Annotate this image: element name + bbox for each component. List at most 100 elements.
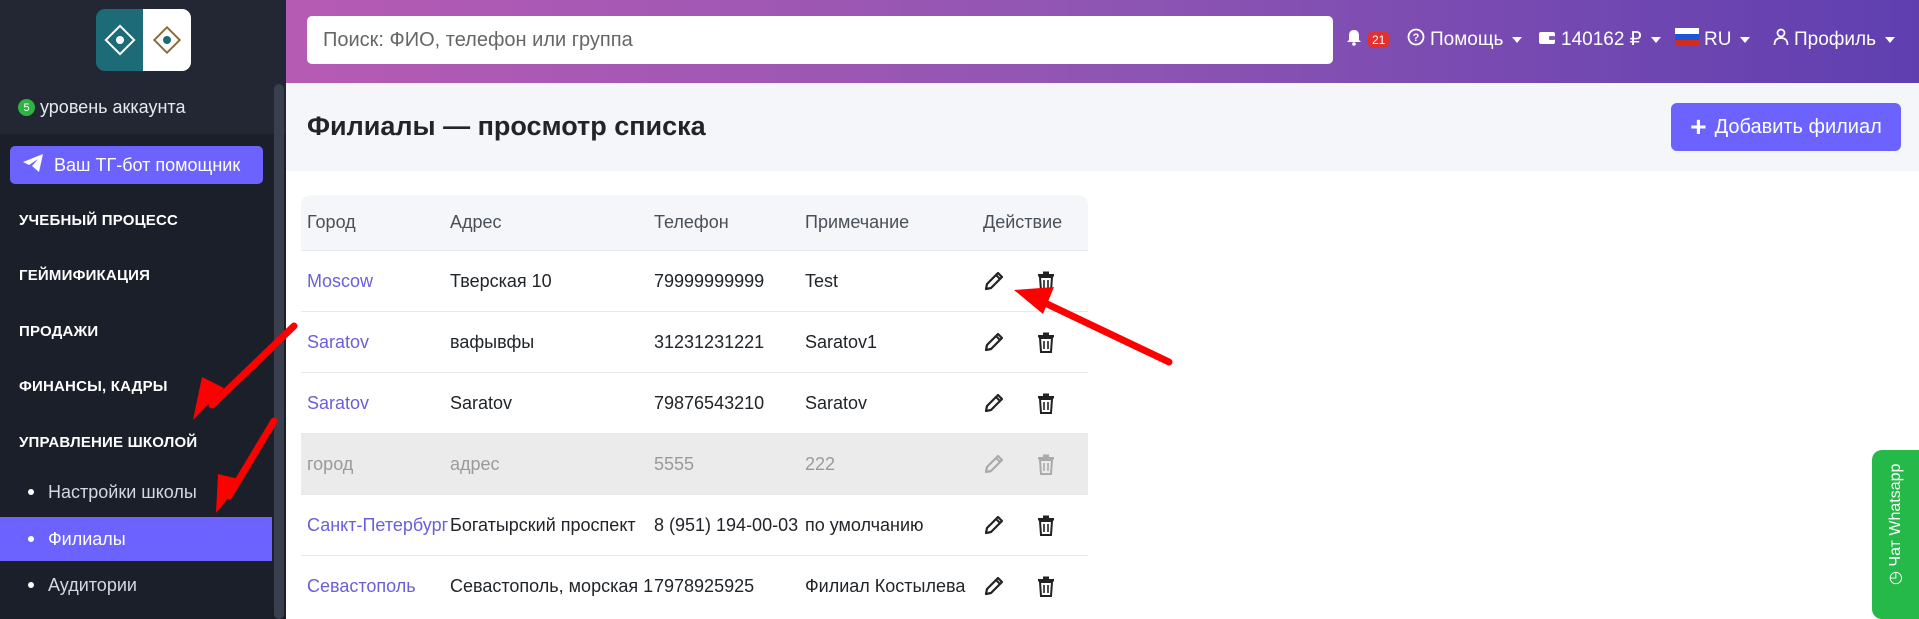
chevron-down-icon [1740,37,1751,43]
help-menu[interactable]: ? Помощь [1407,28,1523,52]
menu-section-sales[interactable]: ПРОДАЖИ [19,323,98,340]
profile-menu[interactable]: Профиль [1773,28,1896,52]
profile-label: Профиль [1794,29,1877,50]
bullet-icon [28,489,34,495]
address-cell: Богатырский проспект [450,514,636,535]
city-link[interactable]: Санкт-Петербург [307,515,448,535]
sidebar-item-label: Аудитории [48,574,137,595]
sidebar: 5 уровень аккаунта Ваш ТГ-бот помощник У… [0,0,286,619]
sidebar-scrollbar[interactable] [274,84,284,619]
address-cell: Тверская 10 [450,270,552,291]
svg-text:?: ? [1413,32,1420,44]
column-header-phone: Телефон [654,212,729,232]
sidebar-item-classrooms[interactable]: Аудитории [0,563,272,607]
balance-menu[interactable]: 140162 ₽ [1538,28,1661,51]
note-cell: по умолчанию [805,514,924,535]
wallet-icon [1538,29,1556,51]
bullet-icon [28,536,34,542]
balance-value: 140162 ₽ [1561,29,1642,50]
note-cell: Saratov [805,392,868,413]
notifications-button[interactable]: 21 [1345,28,1390,52]
edit-pencil-icon[interactable] [983,392,1005,414]
add-branch-label: Добавить филиал [1714,115,1882,138]
language-label: RU [1704,29,1732,50]
column-header-note: Примечание [805,212,910,232]
note-cell: Test [805,270,839,291]
note-cell: Saratov1 [805,331,878,352]
trash-icon[interactable] [1037,271,1055,292]
city-link[interactable]: Saratov [307,393,369,413]
telegram-icon [22,153,44,178]
question-circle-icon: ? [1407,28,1425,52]
chevron-down-icon [1512,37,1523,43]
bullet-icon [28,582,34,588]
user-icon [1773,28,1789,52]
city-link[interactable]: город [307,454,353,474]
phone-cell: 7978925925 [654,575,755,596]
add-branch-button[interactable]: + Добавить филиал [1671,103,1901,151]
edit-pencil-icon[interactable] [983,331,1005,353]
column-header-city: Город [307,212,356,232]
account-level[interactable]: 5 уровень аккаунта [18,97,185,118]
top-navbar: 21 ? Помощь 140162 ₽ RU Профиль [286,0,1919,83]
address-cell: Севастополь, морская 1 [450,575,654,596]
city-link[interactable]: Saratov [307,332,369,352]
phone-cell: 31231231221 [654,331,765,352]
company-logo[interactable] [96,9,191,71]
note-cell: 222 [805,453,836,474]
trash-icon[interactable] [1037,393,1055,414]
address-cell: вафывфы [450,331,535,352]
sidebar-item-school-settings[interactable]: Настройки школы [0,470,272,514]
table-row-disabled: город адрес 5555 222 [301,433,1088,494]
sidebar-item-label: Настройки школы [48,481,197,502]
page-header: Филиалы — просмотр списка + Добавить фил… [286,83,1919,171]
table-row: Saratov Saratov 79876543210 Saratov [301,372,1088,433]
telegram-bot-button[interactable]: Ваш ТГ-бот помощник [10,146,263,184]
phone-cell: 5555 [654,453,695,474]
table-row: Moscow Тверская 10 79999999999 Test [301,250,1088,311]
help-label: Помощь [1430,29,1504,50]
sidebar-item-label: Филиалы [48,528,126,549]
search-input[interactable] [307,16,1333,64]
language-menu[interactable]: RU [1675,28,1751,52]
russia-flag-icon [1675,28,1699,52]
column-header-action: Действие [983,212,1063,232]
address-cell: адрес [450,453,500,474]
logo-emblem-left [96,9,143,71]
table-row: Севастополь Севастополь, морская 1 79789… [301,555,1088,616]
whatsapp-chat-tab[interactable]: ◷ Чат Whatsapp [1872,450,1919,619]
branches-table: Город Адрес Телефон Примечание Действие … [301,195,1088,616]
edit-pencil-icon[interactable] [983,270,1005,292]
trash-icon[interactable] [1037,332,1055,353]
whatsapp-label-text: Чат Whatsapp [1887,463,1904,567]
account-level-badge: 5 [18,99,35,116]
table-row: Санкт-Петербург Богатырский проспект 8 (… [301,494,1088,555]
menu-section-gamification[interactable]: ГЕЙМИФИКАЦИЯ [19,267,150,284]
logo-emblem-right [143,9,191,71]
address-cell: Saratov [450,392,513,413]
bell-icon [1345,28,1363,52]
whatsapp-chat-label: ◷ Чат Whatsapp [1885,464,1905,585]
whatsapp-icon: ◷ [1887,571,1904,585]
chevron-down-icon [1885,37,1896,43]
page-title: Филиалы — просмотр списка [307,111,706,141]
notifications-count-badge: 21 [1368,32,1390,48]
phone-cell: 8 (951) 194-00-03 [654,514,799,535]
column-header-address: Адрес [450,212,502,232]
menu-section-learning[interactable]: УЧЕБНЫЙ ПРОЦЕСС [19,212,178,229]
trash-icon[interactable] [1037,576,1055,597]
menu-section-finance-staff[interactable]: ФИНАНСЫ, КАДРЫ [19,378,168,395]
trash-icon[interactable] [1037,515,1055,536]
city-link[interactable]: Севастополь [307,576,416,596]
sidebar-item-branches[interactable]: Филиалы [0,517,272,561]
account-level-text: уровень аккаунта [40,97,186,117]
menu-section-school-management[interactable]: УПРАВЛЕНИЕ ШКОЛОЙ [19,434,197,451]
trash-icon [1037,454,1055,475]
note-cell: Филиал Костылева [805,575,966,596]
table-row: Saratov вафывфы 31231231221 Saratov1 [301,311,1088,372]
plus-icon: + [1690,111,1707,142]
edit-pencil-icon[interactable] [983,514,1005,536]
city-link[interactable]: Moscow [307,271,373,291]
edit-pencil-icon[interactable] [983,575,1005,597]
telegram-bot-label: Ваш ТГ-бот помощник [54,154,241,175]
